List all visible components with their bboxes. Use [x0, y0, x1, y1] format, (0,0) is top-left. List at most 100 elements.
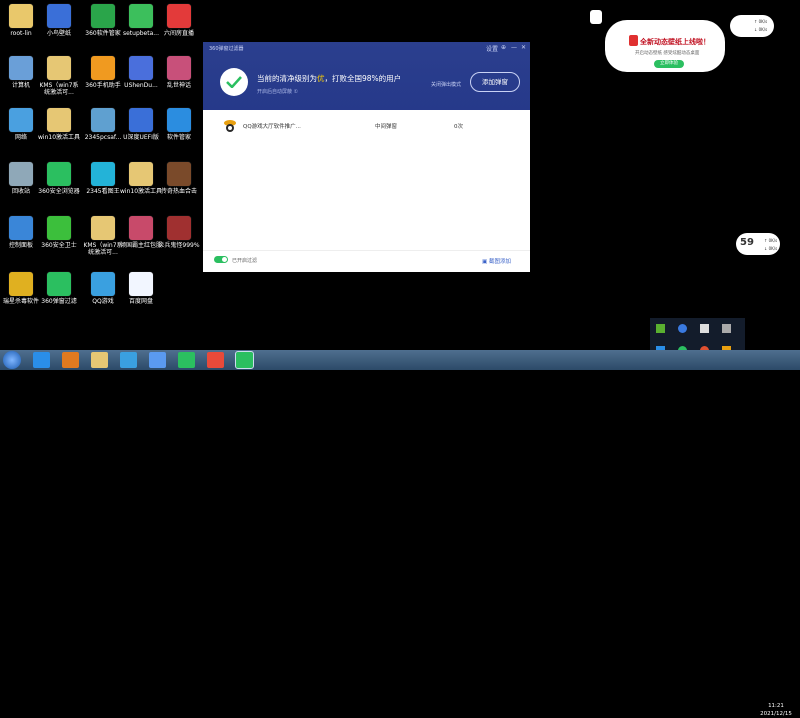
mascot-icon[interactable] [590, 10, 602, 24]
baidu-netdisk-icon[interactable] [149, 352, 166, 368]
app-icon [47, 108, 71, 132]
desktop-icon[interactable]: 炎兵鬼怪999% [158, 216, 200, 249]
screenshot-add-label: 截图添加 [488, 259, 511, 265]
app-icon [167, 108, 191, 132]
qq-game-icon[interactable] [120, 352, 137, 368]
desktop-icon-label: QQ游戏 [92, 298, 114, 305]
desktop-icon[interactable]: 小鸟壁纸 [38, 4, 80, 37]
desktop-icon-label: UShenDu... [124, 82, 158, 89]
desktop-icon[interactable]: 回收站 [0, 162, 42, 195]
status-subline: 开启后自动屏蔽 ① [257, 89, 299, 95]
start-button[interactable] [3, 351, 21, 369]
clock[interactable]: 11:21 2021/12/15 [752, 702, 800, 718]
desktop-icon[interactable]: setupbeta... [120, 4, 162, 37]
auto-filter-toggle[interactable] [214, 256, 228, 263]
mascot-tray-icon[interactable] [700, 324, 709, 333]
settings-button[interactable]: 设置 [486, 44, 498, 53]
desktop-icon-label: 2345pcsaf... [84, 134, 122, 141]
minimize-button[interactable]: — [511, 44, 517, 51]
app-icon [9, 216, 33, 240]
desktop-icon[interactable]: win10激活工具 [120, 162, 162, 195]
desktop-icon-label: 百度网盘 [128, 298, 153, 305]
app-icon [91, 272, 115, 296]
network-speed-widget[interactable]: 59 ↑ 0K/s ↓ 0K/s [736, 233, 780, 255]
app-icon [9, 56, 33, 80]
desktop-icon[interactable]: 360手机助手 [82, 56, 124, 89]
media-player-icon[interactable] [62, 352, 79, 368]
nvidia-icon[interactable] [656, 324, 665, 333]
skin-icon[interactable]: ⊕ [501, 44, 506, 51]
app-icon [91, 4, 115, 28]
taskbar: 11:21 2021/12/15 [0, 350, 800, 717]
desktop-icon[interactable]: UShenDu... [120, 56, 162, 89]
ie-icon[interactable] [33, 352, 50, 368]
notification-bubble[interactable]: 全新动态壁纸上线啦！ 开启动态壁纸 感受炫酷动态桌面 立即体验 [605, 20, 725, 72]
wallpaper-icon [629, 35, 638, 46]
close-button[interactable]: ✕ [521, 44, 526, 51]
app-icon [47, 162, 71, 186]
desktop-icon[interactable]: root-lin [0, 4, 42, 37]
desktop-icon[interactable]: 倾国霸主红包服 [120, 216, 162, 249]
no-popup-mode-link[interactable]: 关闭弹出模式 [431, 81, 461, 88]
desktop-icon-label: 软件管家 [166, 134, 191, 141]
desktop-icon[interactable]: 360弹窗过滤 [38, 272, 80, 305]
desktop-icon[interactable]: 乱世神话 [158, 56, 200, 89]
desktop-icon[interactable]: 网络 [0, 108, 42, 141]
try-now-button[interactable]: 立即体验 [654, 60, 684, 68]
desktop-icon-label: 控制面板 [8, 242, 33, 249]
app-icon [129, 4, 153, 28]
desktop-icon[interactable]: 百度网盘 [120, 272, 162, 305]
screenshot-add-link[interactable]: ▣ 截图添加 [482, 257, 511, 265]
desktop-icon[interactable]: QQ游戏 [82, 272, 124, 305]
usb-icon[interactable] [722, 324, 731, 333]
desktop-icon[interactable]: 360安全浏览器 [38, 162, 80, 195]
popup-name: QQ游戏大厅软件推广... [243, 124, 301, 130]
desktop-icon[interactable]: 控制面板 [0, 216, 42, 249]
app-icon [9, 162, 33, 186]
app-icon [91, 108, 115, 132]
add-popup-button[interactable]: 添加弹窗 [470, 72, 520, 92]
desktop-icon-label: win10激活工具 [38, 134, 81, 141]
desktop-icon[interactable]: 360安全卫士 [38, 216, 80, 249]
list-item[interactable]: QQ游戏大厅软件推广... 中间弹窗 0次 [203, 116, 530, 136]
desktop-icon-label: 传奇热血合击 [160, 188, 197, 195]
360-browser-icon[interactable] [178, 352, 195, 368]
popup-type: 中间弹窗 [375, 124, 398, 130]
popup-filter-icon[interactable] [235, 351, 254, 369]
desktop-icon-label: win10激活工具 [120, 188, 163, 195]
desktop-icon[interactable]: 2345看图王 [82, 162, 124, 195]
desktop-icon-label: KMS（win7系统激活可... [83, 242, 123, 256]
upload-speed: ↑ 0K/s [754, 19, 768, 24]
notification-subtitle: 开启动态壁纸 感受炫酷动态桌面 [635, 51, 700, 56]
desktop-icon-label: 倾国霸主红包服 [120, 242, 163, 249]
desktop-icon[interactable]: 软件管家 [158, 108, 200, 141]
desktop-icon[interactable]: 六间房直播 [158, 4, 200, 37]
desktop-icon-label: 360手机助手 [85, 82, 121, 89]
desktop-icon-label: U深度UEFI版 [123, 134, 159, 141]
desktop-icon[interactable]: U深度UEFI版 [120, 108, 162, 141]
bluetooth-icon[interactable] [678, 324, 687, 333]
footer-divider [203, 250, 530, 251]
app-icon [167, 162, 191, 186]
desktop-icon[interactable]: win10激活工具 [38, 108, 80, 141]
network-speed-widget-top[interactable]: ↑ 0K/s ↓ 0K/s [730, 15, 774, 37]
desktop-icon[interactable]: KMS（win7系统激活可... [38, 56, 80, 96]
desktop-icon[interactable]: 2345pcsaf... [82, 108, 124, 141]
chrome-icon[interactable] [207, 352, 224, 368]
desktop-icon-label: setupbeta... [122, 30, 160, 37]
desktop-icon[interactable]: 传奇热血合击 [158, 162, 200, 195]
app-icon [91, 56, 115, 80]
app-icon [129, 108, 153, 132]
desktop-icon[interactable]: KMS（win7系统激活可... [82, 216, 124, 256]
desktop-icon[interactable]: 360软件管家 [82, 4, 124, 37]
status-headline: 当前的清净级别为优，打败全国98%的用户 [257, 73, 401, 84]
desktop-icon[interactable]: 瑞星杀毒软件 [0, 272, 42, 305]
desktop-icon[interactable]: 计算机 [0, 56, 42, 89]
check-icon [220, 68, 248, 96]
desktop: root-lin 小鸟壁纸 360软件管家 setupbeta... 六间房直播 计算机 K… [0, 0, 800, 370]
app-icon [9, 4, 33, 28]
explorer-icon[interactable] [91, 352, 108, 368]
desktop-icon-label: root-lin [10, 30, 32, 37]
app-icon [129, 272, 153, 296]
desktop-icon-label: 六间房直播 [163, 30, 194, 37]
